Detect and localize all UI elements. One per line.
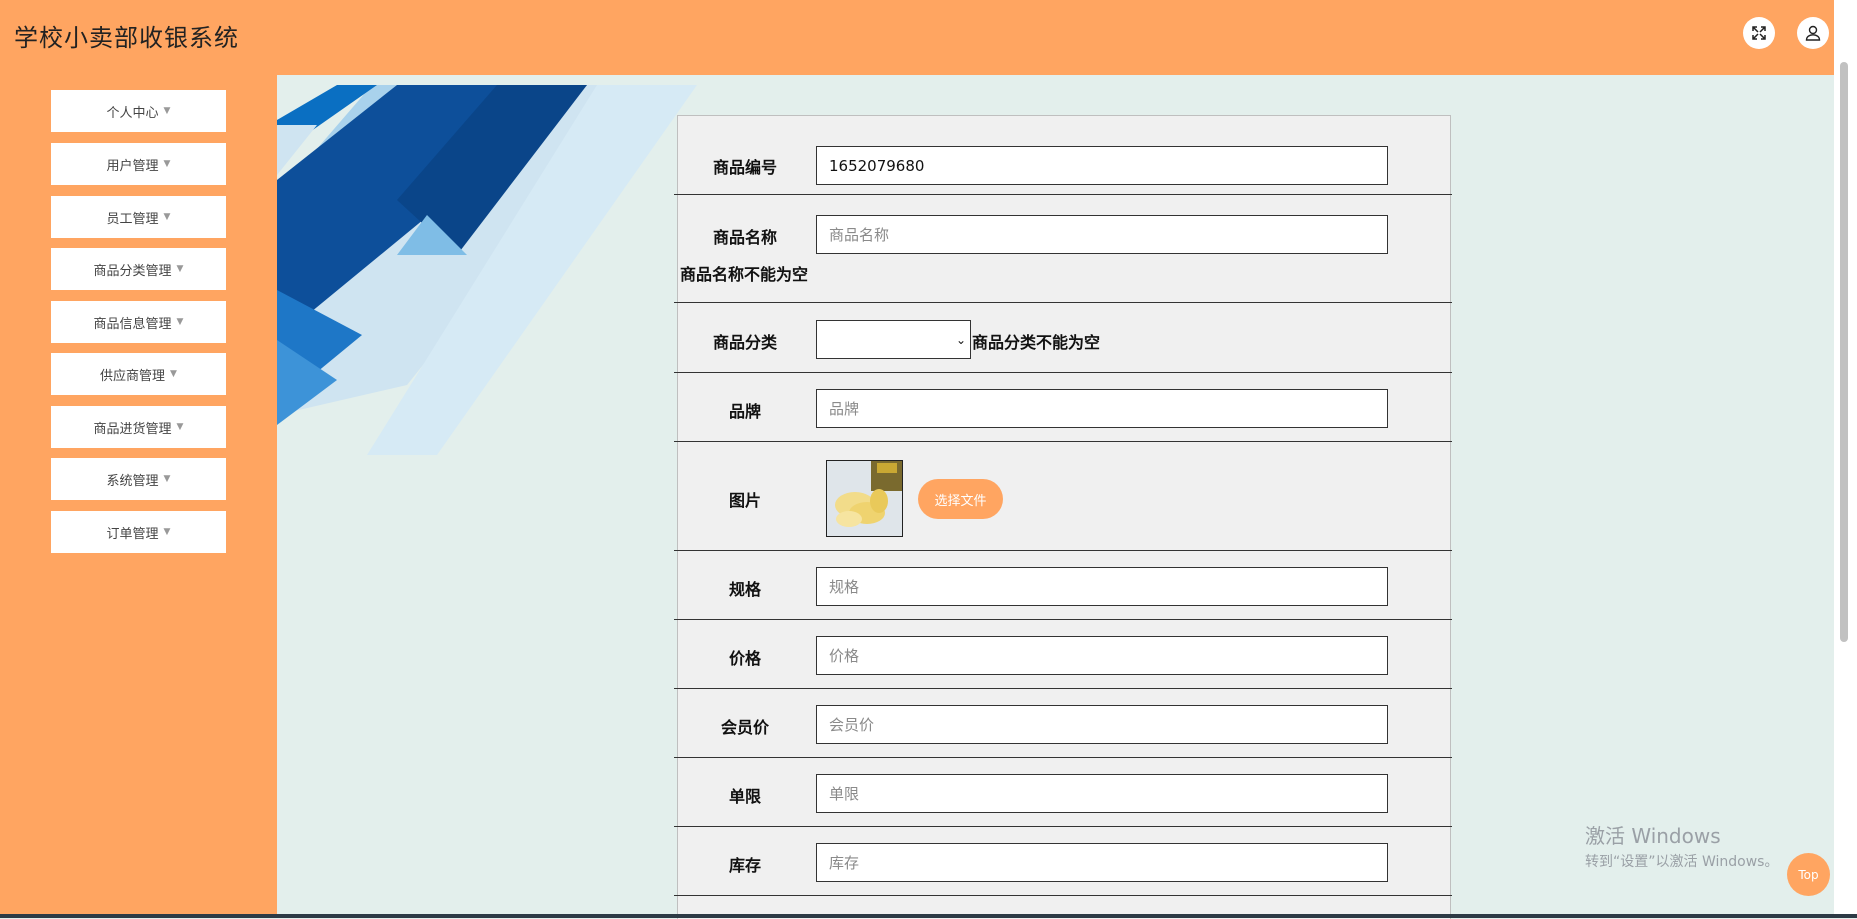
member-price-label: 会员价 — [720, 718, 769, 737]
caret-down-icon: ▼ — [176, 317, 184, 327]
user-icon[interactable] — [1797, 17, 1829, 49]
caret-down-icon: ▼ — [170, 369, 177, 379]
caret-down-icon: ▼ — [163, 159, 171, 169]
category-label: 商品分类 — [712, 333, 777, 352]
chevron-down-icon: ⌄ — [955, 333, 966, 347]
sidebar-item-order-management[interactable]: 订单管理 ▼ — [51, 511, 226, 553]
caret-down-icon: ▼ — [176, 422, 184, 432]
form-row-member-price: 会员价 — [674, 689, 1452, 758]
form-row-brand: 品牌 — [674, 373, 1452, 442]
form-row-category: 商品分类 ⌄ 商品分类不能为空 — [674, 303, 1452, 373]
sidebar-item-label: 个人中心 — [106, 105, 159, 121]
sidebar-item-category-management[interactable]: 商品分类管理 ▼ — [51, 248, 226, 290]
fullscreen-icon[interactable] — [1743, 17, 1775, 49]
form-row-product-name: 商品名称 商品名称不能为空 — [674, 195, 1452, 303]
product-name-label: 商品名称 — [712, 228, 777, 247]
sidebar: 个人中心 ▼ 用户管理 ▼ 员工管理 ▼ 商品分类管理 ▼ 商品信息管理 ▼ 供… — [0, 75, 277, 918]
form-row-image: 图片 选择文件 — [674, 442, 1452, 551]
back-to-top-button[interactable]: Top — [1787, 853, 1830, 896]
watermark-title: 激活 Windows — [1585, 824, 1721, 848]
sidebar-item-label: 商品分类管理 — [93, 263, 172, 279]
caret-down-icon: ▼ — [163, 212, 171, 222]
sidebar-item-label: 商品进货管理 — [93, 421, 172, 437]
sidebar-item-staff-management[interactable]: 员工管理 ▼ — [51, 196, 226, 238]
limit-input[interactable] — [816, 774, 1388, 813]
sidebar-item-label: 订单管理 — [106, 526, 159, 542]
windows-activation-watermark: 激活 Windows 转到“设置”以激活 Windows。 — [1585, 820, 1778, 871]
sidebar-item-product-management[interactable]: 商品信息管理 ▼ — [51, 301, 226, 343]
sidebar-item-label: 系统管理 — [106, 473, 159, 489]
product-code-label: 商品编号 — [712, 158, 777, 177]
product-name-error: 商品名称不能为空 — [680, 265, 809, 284]
brand-label: 品牌 — [728, 402, 761, 421]
top-header: 学校小卖部收银系统 — [0, 0, 1834, 75]
limit-label: 单限 — [728, 787, 761, 806]
product-image-thumbnail — [826, 460, 903, 537]
taskbar-edge — [0, 914, 1857, 918]
product-code-input[interactable] — [816, 146, 1388, 185]
spec-label: 规格 — [728, 580, 761, 599]
stock-input[interactable] — [816, 843, 1388, 882]
stock-label: 库存 — [728, 856, 761, 875]
sidebar-item-purchase-management[interactable]: 商品进货管理 ▼ — [51, 406, 226, 448]
scrollbar-thumb[interactable] — [1840, 62, 1848, 642]
sidebar-item-supplier-management[interactable]: 供应商管理 ▼ — [51, 353, 226, 395]
caret-down-icon: ▼ — [163, 474, 171, 484]
form-row-stock: 库存 — [674, 827, 1452, 896]
sidebar-item-label: 商品信息管理 — [93, 316, 172, 332]
product-form: 商品编号 商品名称 商品名称不能为空 商品分类 ⌄ 商品分类不能为空 品牌 图片 — [674, 115, 1452, 919]
category-error: 商品分类不能为空 — [972, 333, 1101, 352]
member-price-input[interactable] — [816, 705, 1388, 744]
form-row-product-code: 商品编号 — [674, 116, 1452, 195]
form-row-limit: 单限 — [674, 758, 1452, 827]
form-row-price: 价格 — [674, 620, 1452, 689]
choose-file-button[interactable]: 选择文件 — [918, 479, 1003, 519]
brand-input[interactable] — [816, 389, 1388, 428]
caret-down-icon: ▼ — [163, 527, 171, 537]
spec-input[interactable] — [816, 567, 1388, 606]
sidebar-item-label: 供应商管理 — [100, 368, 166, 384]
sidebar-item-label: 用户管理 — [106, 158, 159, 174]
app-title: 学校小卖部收银系统 — [14, 24, 239, 52]
caret-down-icon: ▼ — [176, 264, 184, 274]
price-label: 价格 — [728, 649, 761, 668]
form-row-spec: 规格 — [674, 551, 1452, 620]
category-select[interactable]: ⌄ — [816, 320, 971, 359]
product-name-input[interactable] — [816, 215, 1388, 254]
sidebar-item-personal-center[interactable]: 个人中心 ▼ — [51, 90, 226, 132]
price-input[interactable] — [816, 636, 1388, 675]
sidebar-item-system-management[interactable]: 系统管理 ▼ — [51, 458, 226, 500]
sidebar-item-label: 员工管理 — [106, 211, 159, 227]
sidebar-item-user-management[interactable]: 用户管理 ▼ — [51, 143, 226, 185]
watermark-subtitle: 转到“设置”以激活 Windows。 — [1585, 854, 1779, 870]
caret-down-icon: ▼ — [163, 106, 171, 116]
image-label: 图片 — [728, 491, 761, 510]
